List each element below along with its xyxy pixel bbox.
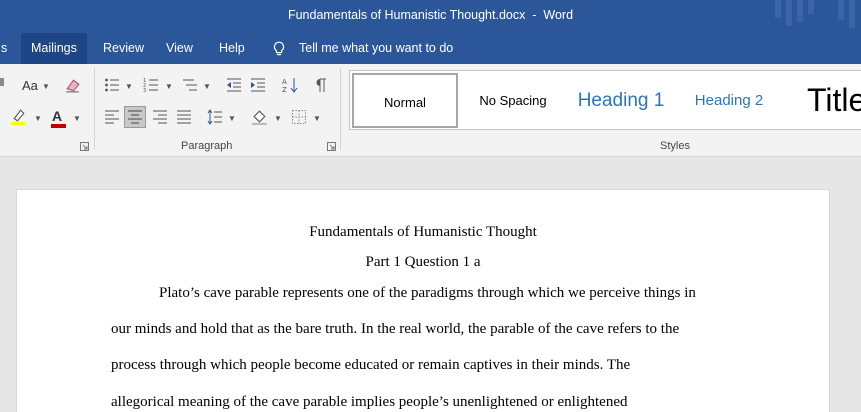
style-normal-label: Normal (384, 95, 426, 110)
clear-formatting-icon[interactable] (64, 77, 81, 94)
chevron-down-icon[interactable]: ▼ (73, 114, 81, 123)
show-formatting-marks-icon[interactable] (313, 77, 329, 93)
svg-text:A: A (282, 78, 287, 86)
paragraph-line: allegorical meaning of the cave parable … (111, 394, 628, 410)
group-separator (94, 68, 95, 150)
borders-icon[interactable] (291, 109, 307, 125)
lightbulb-icon[interactable] (272, 41, 286, 57)
document-subtitle: Part 1 Question 1 a (365, 254, 481, 270)
font-dialog-launcher-icon[interactable] (80, 142, 89, 151)
tab-mailings[interactable]: Mailings (21, 33, 87, 64)
decrease-indent-icon[interactable] (226, 77, 242, 93)
multilevel-list-icon[interactable] (182, 77, 198, 93)
line-spacing-icon[interactable] (207, 109, 223, 125)
paragraph-line: Plato’s cave parable represents one of t… (159, 285, 696, 301)
align-center-button[interactable] (124, 106, 146, 128)
chevron-down-icon[interactable]: ▼ (203, 82, 211, 91)
styles-group-label: Styles (660, 140, 690, 152)
tab-view[interactable]: View (156, 33, 203, 64)
font-color-swatch (51, 124, 66, 128)
style-title[interactable]: Title (784, 73, 861, 128)
increase-indent-icon[interactable] (250, 77, 266, 93)
svg-text:3: 3 (143, 88, 146, 93)
ribbon-tabs: s Mailings Review View Help Tell me what… (0, 33, 861, 64)
font-size-dropdown-arrow[interactable] (0, 78, 4, 86)
paragraph-group-label: Paragraph (181, 140, 233, 152)
document-title: Fundamentals of Humanistic Thought (309, 224, 537, 240)
align-left-icon[interactable] (104, 109, 120, 125)
align-right-icon[interactable] (152, 109, 168, 125)
chevron-down-icon[interactable]: ▼ (228, 114, 236, 123)
window-title: Fundamentals of Humanistic Thought.docx … (287, 8, 574, 22)
chevron-down-icon[interactable]: ▼ (34, 114, 42, 123)
style-no-spacing[interactable]: No Spacing (462, 73, 564, 128)
change-case-button[interactable]: Aa (22, 78, 38, 93)
style-heading-1[interactable]: Heading 1 (568, 73, 674, 128)
document-area: Fundamentals of Humanistic Thought Part … (0, 158, 861, 412)
chevron-down-icon[interactable]: ▼ (165, 82, 173, 91)
paragraph-line: our minds and hold that as the bare trut… (111, 321, 680, 337)
paragraph-line: process through which people become educ… (111, 357, 631, 373)
tab-review[interactable]: Review (93, 33, 154, 64)
font-color-button[interactable]: A (52, 108, 62, 124)
chevron-down-icon[interactable]: ▼ (125, 82, 133, 91)
style-normal[interactable]: Normal (352, 73, 458, 128)
style-heading-2-label: Heading 2 (694, 92, 764, 109)
styles-gallery: Normal No Spacing Heading 1 Heading 2 Ti… (349, 70, 861, 130)
paragraph-dialog-launcher-icon[interactable] (327, 142, 336, 151)
align-center-icon (128, 110, 142, 124)
bullets-icon[interactable] (104, 77, 120, 93)
numbering-icon[interactable]: 1 2 3 (143, 77, 159, 93)
chevron-down-icon[interactable]: ▼ (42, 82, 50, 91)
chevron-down-icon[interactable]: ▼ (313, 114, 321, 123)
style-no-spacing-label: No Spacing (479, 93, 547, 108)
document-page[interactable]: Fundamentals of Humanistic Thought Part … (16, 189, 830, 412)
sort-icon[interactable]: A Z (282, 77, 298, 93)
svg-text:Z: Z (282, 86, 287, 93)
group-separator (340, 68, 341, 150)
style-title-label: Title (807, 82, 861, 118)
highlight-color-icon[interactable] (10, 108, 27, 125)
style-heading-1-label: Heading 1 (577, 90, 665, 111)
title-bar: Fundamentals of Humanistic Thought.docx … (0, 0, 861, 33)
ribbon: Aa ▼ ▼ A ▼ ▼ 1 2 3 ▼ ▼ A Z ▼ ▼ ▼ Paragra… (0, 64, 861, 157)
tell-me-search[interactable]: Tell me what you want to do (299, 33, 453, 64)
tab-help[interactable]: Help (209, 33, 255, 64)
tab-references[interactable]: s (0, 33, 17, 64)
chevron-down-icon[interactable]: ▼ (274, 114, 282, 123)
shading-icon[interactable] (251, 108, 268, 125)
style-heading-2[interactable]: Heading 2 (678, 73, 780, 128)
justify-icon[interactable] (176, 109, 192, 125)
